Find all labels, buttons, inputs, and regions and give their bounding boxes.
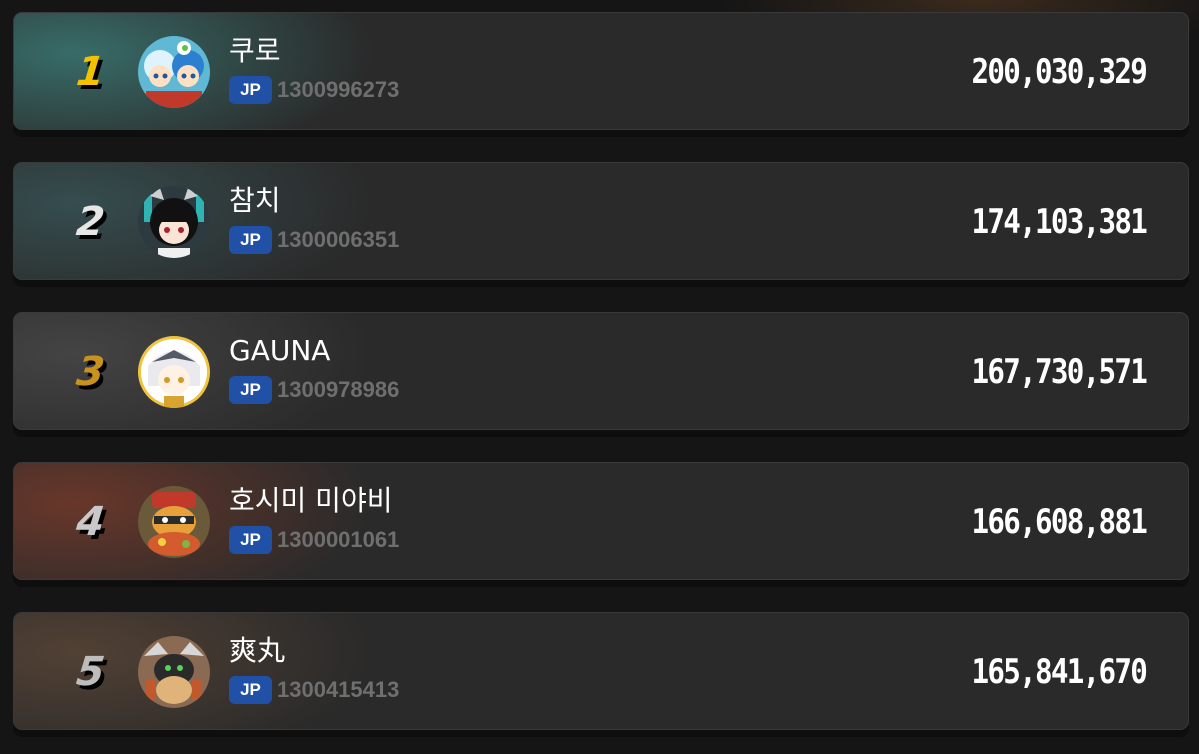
player-name: 爽丸 [229, 634, 286, 667]
player-uid: 1300415413 [277, 677, 400, 702]
leaderboard: 1 쿠로 JP 1300996273 200,030,329 2 참치 JP 1… [0, 0, 1199, 754]
player-avatar[interactable] [138, 336, 210, 408]
player-uid: 1300996273 [277, 77, 400, 102]
player-name: 쿠로 [229, 34, 281, 67]
player-uid: 1300006351 [277, 227, 400, 252]
player-uid: 1300978986 [277, 377, 400, 402]
region-badge: JP [229, 76, 272, 104]
player-name: 참치 [229, 184, 281, 217]
player-avatar[interactable] [138, 486, 210, 558]
player-name: 호시미 미야비 [229, 484, 393, 517]
leaderboard-row[interactable]: 5 爽丸 JP 1300415413 165,841,670 [13, 612, 1189, 730]
player-avatar[interactable] [138, 186, 210, 258]
player-name: GAUNA [229, 334, 331, 367]
rank-number: 5 [74, 649, 106, 695]
leaderboard-row[interactable]: 2 참치 JP 1300006351 174,103,381 [13, 162, 1189, 280]
player-score: 167,730,571 [971, 352, 1147, 392]
player-score: 200,030,329 [971, 52, 1147, 92]
rank-number: 4 [74, 499, 106, 545]
leaderboard-row[interactable]: 4 호시미 미야비 JP 1300001061 166,608,881 [13, 462, 1189, 580]
region-badge: JP [229, 676, 272, 704]
player-avatar[interactable] [138, 36, 210, 108]
player-score: 174,103,381 [971, 202, 1147, 242]
player-avatar[interactable] [138, 636, 210, 708]
rank-number: 1 [74, 49, 106, 95]
region-badge: JP [229, 376, 272, 404]
player-score: 166,608,881 [971, 502, 1147, 542]
region-badge: JP [229, 526, 272, 554]
leaderboard-row[interactable]: 1 쿠로 JP 1300996273 200,030,329 [13, 12, 1189, 130]
player-score: 165,841,670 [971, 652, 1147, 692]
rank-number: 2 [74, 199, 106, 245]
player-uid: 1300001061 [277, 527, 400, 552]
leaderboard-row[interactable]: 3 GAUNA JP 1300978986 167,730,571 [13, 312, 1189, 430]
region-badge: JP [229, 226, 272, 254]
rank-number: 3 [74, 349, 106, 395]
